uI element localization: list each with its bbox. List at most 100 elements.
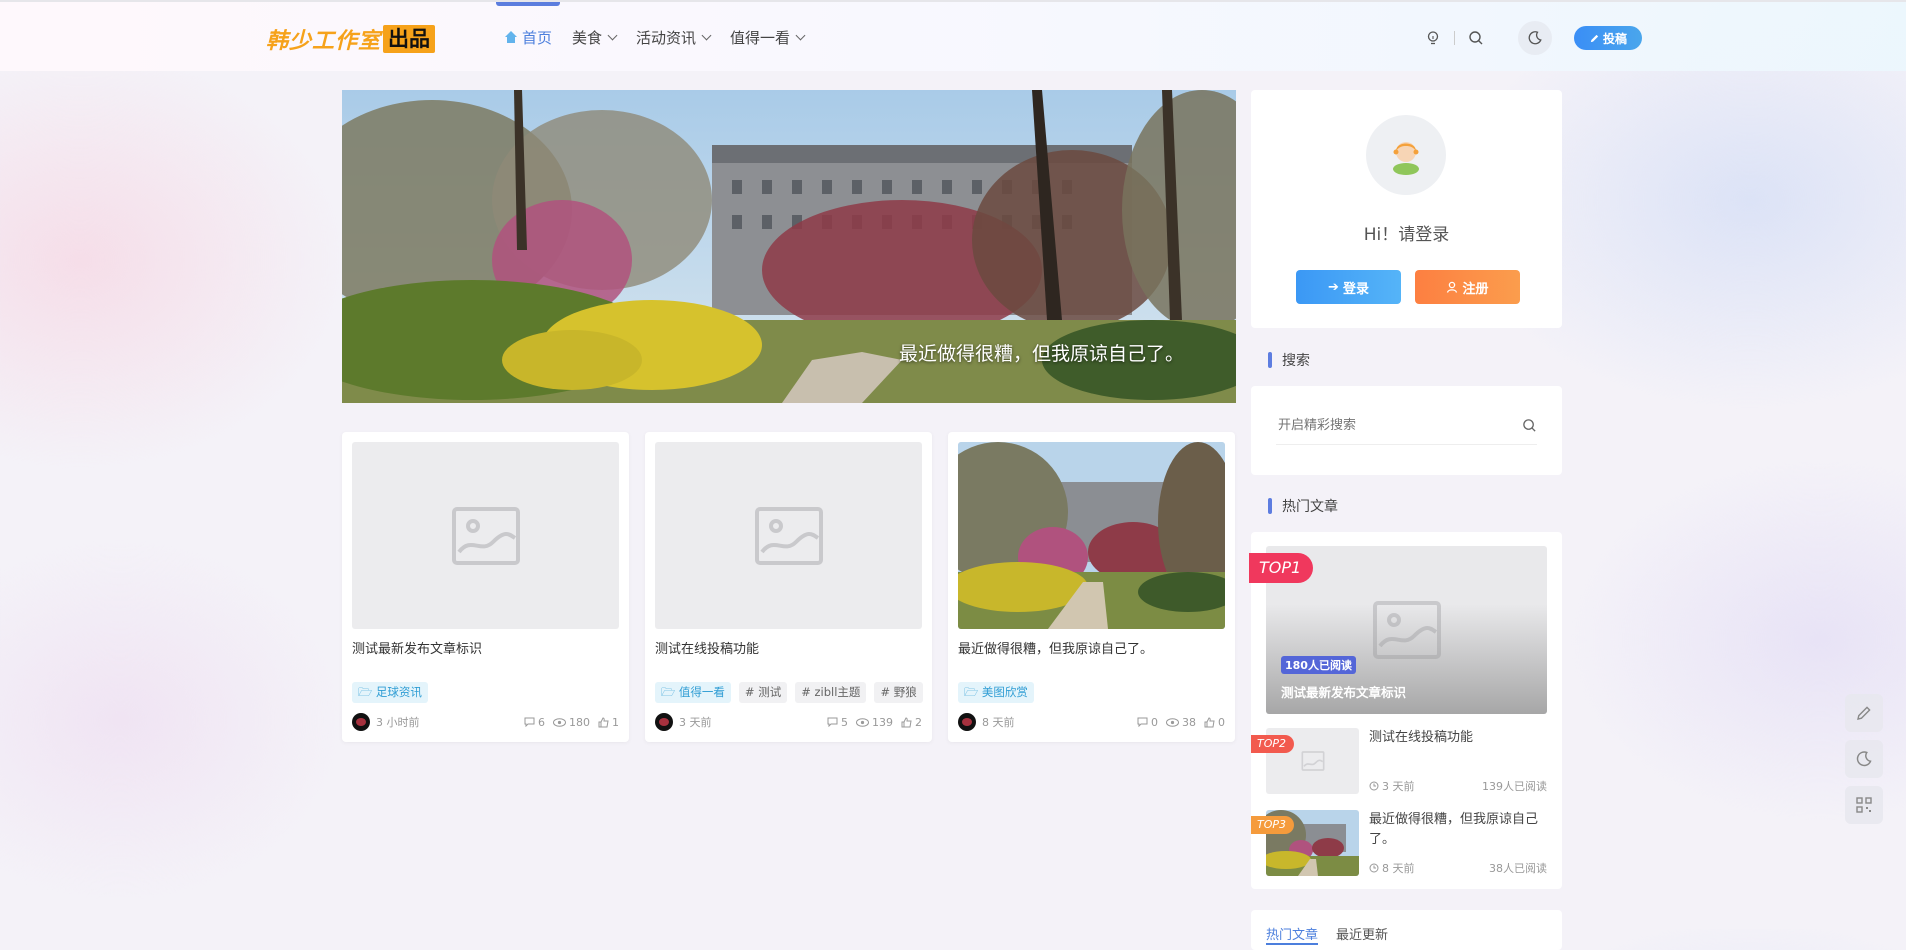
view-count: 139 bbox=[856, 716, 893, 729]
post-meta: 3 天前 5 139 2 bbox=[655, 712, 922, 732]
post-stats: 0 38 0 bbox=[1129, 716, 1225, 729]
pencil-icon bbox=[1857, 706, 1871, 720]
comment-count: 0 bbox=[1137, 716, 1158, 729]
chevron-down-icon bbox=[795, 30, 806, 41]
post-tags: 🗁 值得一看 # 测试 # zibll主题 # 野狼 bbox=[655, 682, 931, 703]
post-photo bbox=[958, 442, 1225, 629]
post-card: 最近做得很糟，但我原谅自己了。 🗁 美图欣赏 8 天前 0 38 0 bbox=[948, 432, 1235, 742]
tab-hot-posts[interactable]: 热门文章 bbox=[1266, 924, 1319, 945]
nav-label: 值得一看 bbox=[730, 29, 791, 47]
default-user-icon bbox=[1393, 142, 1419, 175]
search-input[interactable] bbox=[1276, 416, 1500, 434]
theme-float-button[interactable] bbox=[1845, 740, 1883, 778]
category-tag[interactable]: 🗁 足球资讯 bbox=[352, 682, 428, 703]
post-tags: 🗁 足球资讯 bbox=[352, 682, 436, 703]
hot-posts-widget: 180人已阅读 测试最新发布文章标识 TOP1 测试在线投稿功能 3 天前 13… bbox=[1249, 532, 1562, 889]
search-box bbox=[1276, 406, 1537, 445]
post-tags: 🗁 美图欣赏 bbox=[958, 682, 1042, 703]
search-icon[interactable] bbox=[1461, 23, 1491, 53]
thumbs-up-icon bbox=[1204, 716, 1215, 727]
view-count-value: 139 bbox=[872, 715, 893, 729]
comment-count-value: 0 bbox=[1151, 715, 1158, 729]
widget-tabs: 热门文章 最近更新 bbox=[1266, 924, 1388, 945]
hot-post-date-value: 3 天前 bbox=[1382, 780, 1415, 793]
avatar[interactable] bbox=[1366, 115, 1446, 195]
like-count[interactable]: 1 bbox=[598, 716, 619, 729]
post-thumbnail[interactable] bbox=[958, 442, 1225, 629]
clock-icon bbox=[1369, 781, 1379, 791]
rank-badge-top3: TOP3 bbox=[1251, 816, 1295, 834]
hot-post-date-value: 8 天前 bbox=[1382, 862, 1415, 875]
folder-icon: 🗁 bbox=[964, 685, 982, 699]
read-count-badge: 180人已阅读 bbox=[1281, 656, 1356, 674]
category-label: 美图欣赏 bbox=[981, 685, 1028, 699]
hot-posts-title: 热门文章 bbox=[1268, 496, 1338, 516]
hot-post-top2[interactable]: 测试在线投稿功能 3 天前 139人已阅读 bbox=[1266, 728, 1547, 794]
post-card: 测试在线投稿功能 🗁 值得一看 # 测试 # zibll主题 # 野狼 3 天前… bbox=[645, 432, 932, 742]
author-avatar[interactable] bbox=[958, 713, 976, 731]
theme-toggle-area bbox=[1518, 2, 1552, 73]
nav-item-food[interactable]: 美食 bbox=[572, 2, 618, 73]
post-title[interactable]: 最近做得很糟，但我原谅自己了。 bbox=[958, 638, 1153, 657]
login-button[interactable]: ➔ 登录 bbox=[1296, 270, 1401, 304]
post-title[interactable]: 测试在线投稿功能 bbox=[655, 638, 759, 657]
eye-icon bbox=[1166, 717, 1179, 727]
search-icon[interactable] bbox=[1522, 418, 1537, 433]
lightbulb-icon[interactable] bbox=[1418, 23, 1448, 53]
hot-post-reads: 38人已阅读 bbox=[1489, 862, 1547, 875]
qrcode-icon bbox=[1856, 797, 1872, 813]
author-avatar[interactable] bbox=[655, 713, 673, 731]
folder-icon: 🗁 bbox=[661, 685, 679, 699]
category-tag[interactable]: 🗁 值得一看 bbox=[655, 682, 731, 703]
category-label: 足球资讯 bbox=[375, 685, 422, 699]
pencil-icon bbox=[1590, 34, 1599, 42]
eye-icon bbox=[553, 717, 566, 727]
chevron-down-icon bbox=[701, 30, 712, 41]
hot-post-top3[interactable]: 最近做得很糟，但我原谅自己了。 8 天前 38人已阅读 bbox=[1266, 810, 1547, 876]
hero-slider[interactable]: 最近做得很糟，但我原谅自己了。 bbox=[342, 90, 1236, 403]
nav-item-home[interactable]: 首页 bbox=[496, 2, 561, 73]
folder-icon: 🗁 bbox=[358, 685, 376, 699]
hot-post-title: 测试最新发布文章标识 bbox=[1281, 685, 1407, 700]
nav-item-events[interactable]: 活动资讯 bbox=[636, 2, 712, 73]
post-title[interactable]: 测试最新发布文章标识 bbox=[352, 638, 482, 657]
site-logo[interactable]: 韩少工作室 出品 bbox=[266, 25, 436, 54]
top-header: 韩少工作室 出品 首页 美食 活动资讯 值得一看 投稿 bbox=[0, 0, 1906, 71]
image-placeholder-icon bbox=[451, 506, 520, 565]
tag-test[interactable]: # 测试 bbox=[738, 682, 788, 703]
register-button[interactable]: 注册 bbox=[1415, 270, 1520, 304]
chevron-down-icon bbox=[607, 30, 618, 41]
login-greeting: Hi！请登录 bbox=[1363, 225, 1450, 245]
user-login-box: Hi！请登录 ➔ 登录 注册 bbox=[1251, 90, 1562, 328]
qrcode-float-button[interactable] bbox=[1845, 786, 1883, 824]
comment-count: 6 bbox=[524, 716, 545, 729]
logo-tag: 出品 bbox=[383, 25, 436, 53]
slider-caption[interactable]: 最近做得很糟，但我原谅自己了。 bbox=[899, 339, 1184, 366]
post-stats: 6 180 1 bbox=[516, 716, 619, 729]
comment-icon bbox=[827, 717, 838, 727]
author-avatar[interactable] bbox=[352, 713, 370, 731]
view-count-value: 38 bbox=[1182, 715, 1196, 729]
sign-in-icon: ➔ bbox=[1328, 279, 1339, 295]
post-meta: 3 小时前 6 180 1 bbox=[352, 712, 619, 732]
home-icon bbox=[504, 30, 518, 44]
like-count[interactable]: 0 bbox=[1204, 716, 1225, 729]
post-thumbnail[interactable] bbox=[655, 442, 922, 629]
moon-icon bbox=[1856, 751, 1872, 767]
tab-recent-updates[interactable]: 最近更新 bbox=[1336, 924, 1388, 945]
logo-text: 韩少工作室 bbox=[266, 29, 382, 54]
submit-post-button[interactable]: 投稿 bbox=[1574, 26, 1642, 50]
tag-wolf[interactable]: # 野狼 bbox=[874, 682, 923, 703]
category-tag[interactable]: 🗁 美图欣赏 bbox=[958, 682, 1034, 703]
rank-badge-top2: TOP2 bbox=[1251, 735, 1295, 753]
tag-zibll[interactable]: # zibll主题 bbox=[795, 682, 867, 703]
nav-item-worth-reading[interactable]: 值得一看 bbox=[730, 2, 806, 73]
post-meta: 8 天前 0 38 0 bbox=[958, 712, 1225, 732]
view-count: 38 bbox=[1166, 716, 1196, 729]
moon-icon[interactable] bbox=[1518, 20, 1552, 55]
user-icon bbox=[1447, 281, 1458, 293]
like-count[interactable]: 2 bbox=[901, 716, 922, 729]
edit-float-button[interactable] bbox=[1845, 694, 1883, 732]
post-thumbnail[interactable] bbox=[352, 442, 619, 629]
nav-label: 首页 bbox=[522, 29, 553, 47]
